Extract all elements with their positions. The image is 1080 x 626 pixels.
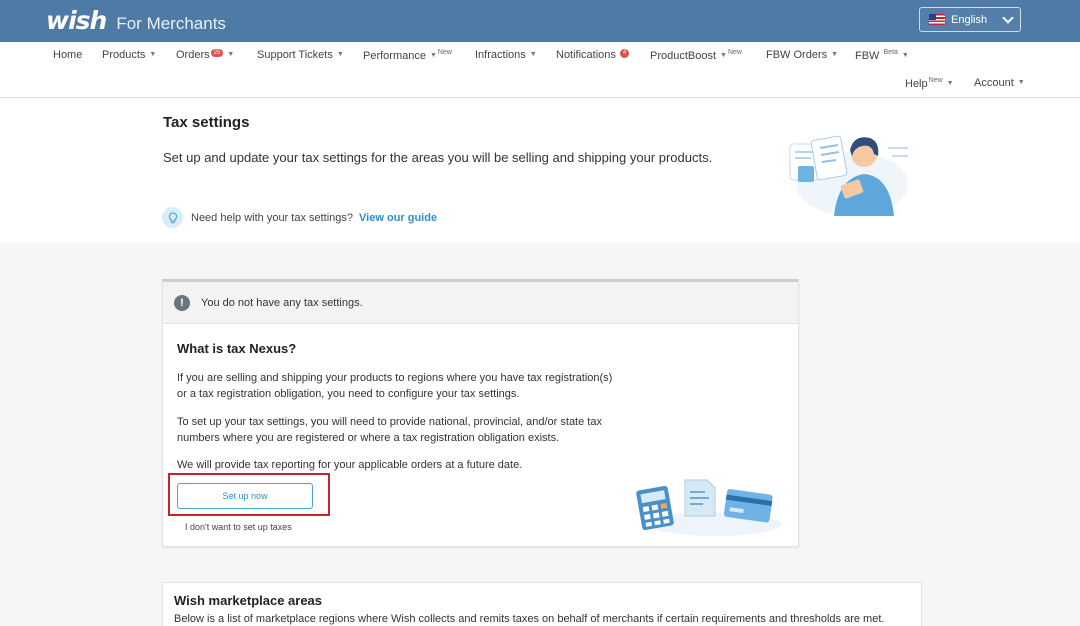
lightbulb-icon — [162, 207, 183, 228]
tax-nexus-card: ! You do not have any tax settings. What… — [162, 279, 799, 547]
caret-down-icon: ▼ — [336, 51, 344, 58]
caret-down-icon: ▼ — [720, 52, 727, 59]
orders-count-badge: 25 — [210, 49, 224, 57]
nav-productboost-label: ProductBoost — [650, 50, 717, 62]
nav-home-label: Home — [53, 49, 83, 61]
nav-orders-label: Orders — [176, 49, 210, 61]
main-nav: Home Products ▼ Orders 25 ▼ Support Tickets… — [0, 42, 1080, 98]
nexus-paragraph-2: To set up your tax settings, you will ne… — [177, 416, 602, 444]
caret-down-icon: ▼ — [227, 51, 235, 58]
nexus-paragraph-1: If you are selling and shipping your pro… — [177, 372, 613, 400]
decline-taxes-link[interactable]: I don't want to set up taxes — [185, 522, 292, 532]
new-tag: New — [928, 77, 943, 84]
tax-settings-header: Tax settings Set up and update your tax … — [0, 98, 1080, 243]
top-bar: wish For Merchants English — [0, 0, 1080, 42]
nav-fbw-orders-label: FBW Orders — [766, 49, 828, 61]
person-with-documents-illustration — [789, 135, 908, 216]
nav-infractions[interactable]: Infractions ▼ — [475, 49, 537, 61]
wish-logo[interactable]: wish For Merchants — [46, 6, 226, 35]
nav-orders[interactable]: Orders 25 ▼ — [176, 49, 234, 61]
caret-down-icon: ▼ — [149, 51, 157, 58]
language-label: English — [951, 13, 988, 26]
caret-down-icon: ▼ — [901, 52, 909, 59]
us-flag-icon — [929, 14, 945, 25]
marketplace-title: Wish marketplace areas — [174, 593, 323, 608]
marketplace-areas-card: Wish marketplace areas Below is a list o… — [162, 582, 922, 626]
nav-home[interactable]: Home — [53, 49, 82, 61]
nav-productboost[interactable]: ProductBoost ▼New — [650, 49, 742, 62]
caret-down-icon: ▼ — [1017, 79, 1025, 86]
nav-fbw-orders[interactable]: FBW Orders ▼ — [766, 49, 838, 61]
nav-help[interactable]: HelpNew ▼ — [905, 77, 954, 90]
caret-down-icon: ▼ — [946, 80, 954, 87]
view-guide-link[interactable]: View our guide — [359, 212, 437, 224]
nav-notifications[interactable]: Notifications 4 — [556, 49, 629, 61]
help-text: Need help with your tax settings? — [191, 211, 354, 224]
nav-products[interactable]: Products ▼ — [102, 49, 156, 61]
nav-fbw[interactable]: FBW Beta ▼ — [855, 49, 909, 62]
new-tag: New — [727, 49, 742, 56]
nav-products-label: Products — [102, 49, 146, 61]
caret-down-icon: ▼ — [529, 51, 537, 58]
logo-subtitle: For Merchants — [116, 14, 226, 33]
caret-down-icon: ▼ — [831, 51, 839, 58]
new-tag: New — [437, 49, 452, 56]
nav-fbw-label: FBW — [855, 50, 880, 62]
card-title: What is tax Nexus? — [177, 341, 297, 356]
info-icon: ! — [174, 294, 190, 311]
nav-help-label: Help — [905, 78, 928, 90]
help-row: Need help with your tax settings? View o… — [162, 207, 437, 228]
no-settings-notice: ! You do not have any tax settings. — [163, 282, 798, 324]
notice-text: You do not have any tax settings. — [201, 296, 363, 309]
page-description: Set up and update your tax settings for … — [163, 150, 713, 165]
marketplace-description: Below is a list of marketplace regions w… — [174, 613, 885, 625]
nav-infractions-label: Infractions — [475, 49, 526, 61]
beta-tag: Beta — [883, 49, 898, 56]
logo-wordmark: wish — [46, 6, 107, 35]
notifications-count-badge: 4 — [619, 49, 629, 58]
nav-notifications-label: Notifications — [556, 49, 616, 61]
nav-account[interactable]: Account ▼ — [974, 77, 1025, 89]
nav-support-label: Support Tickets — [257, 49, 333, 61]
nav-support-tickets[interactable]: Support Tickets ▼ — [257, 49, 344, 61]
calculator-documents-illustration — [636, 479, 781, 536]
chevron-down-icon — [1002, 12, 1014, 24]
nav-performance[interactable]: Performance ▼New — [363, 49, 452, 62]
nav-account-label: Account — [974, 77, 1014, 89]
language-selector[interactable]: English — [919, 7, 1021, 32]
caret-down-icon: ▼ — [429, 52, 437, 59]
nav-performance-label: Performance — [363, 50, 426, 62]
nexus-paragraph-3: We will provide tax reporting for your a… — [177, 459, 523, 471]
page-title: Tax settings — [163, 114, 250, 131]
set-up-now-button[interactable]: Set up now — [177, 483, 313, 509]
